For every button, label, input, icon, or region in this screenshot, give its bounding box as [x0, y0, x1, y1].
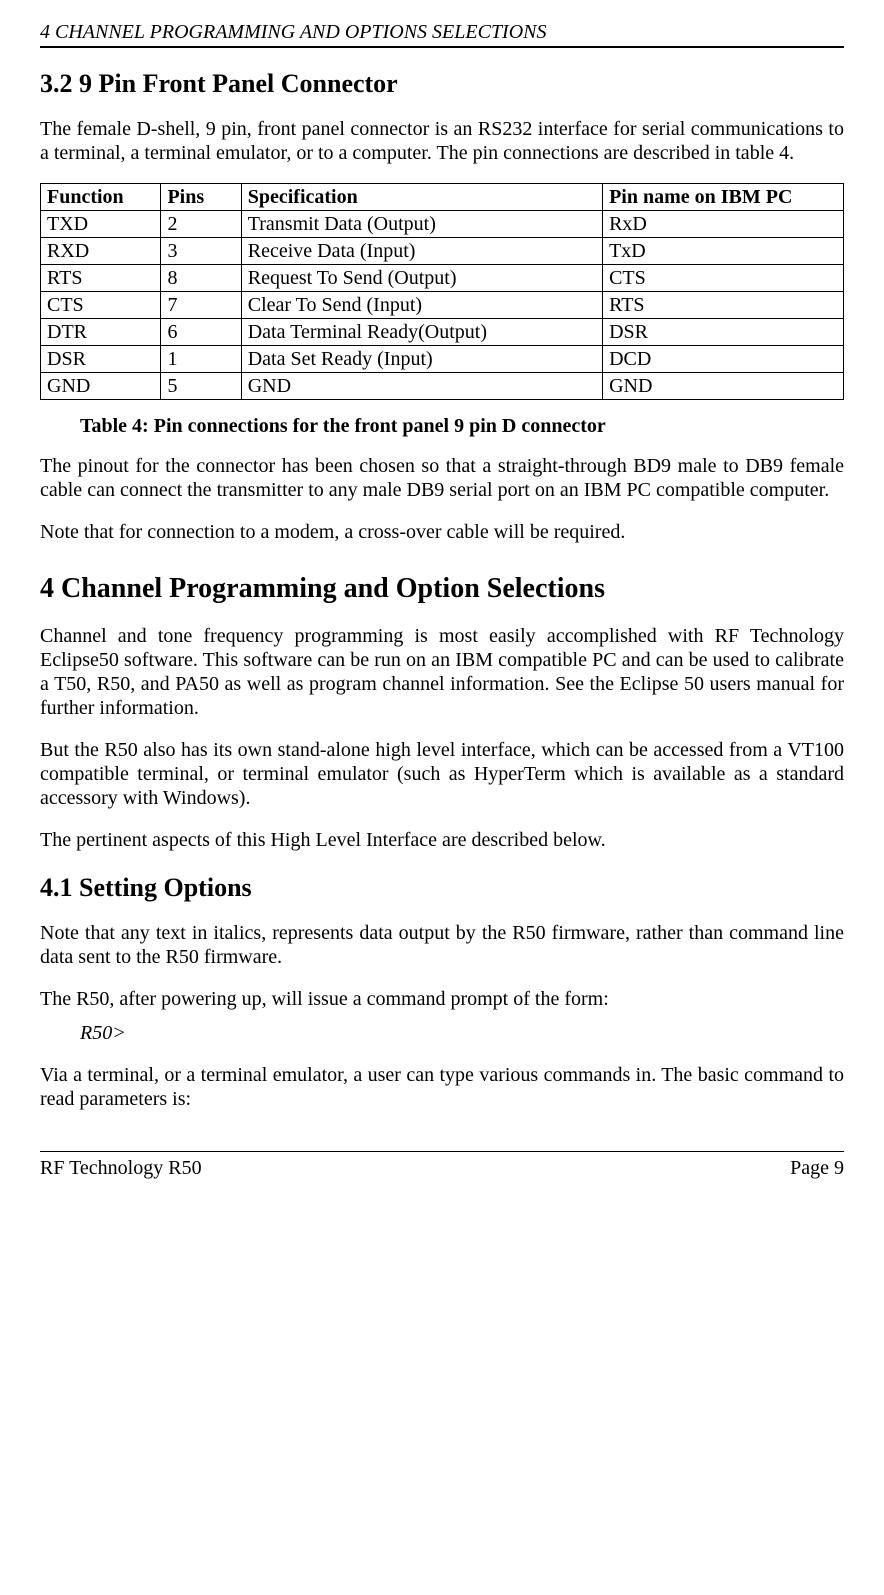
heading-4: 4 Channel Programming and Option Selecti… [40, 572, 844, 606]
cell-pc: RxD [603, 211, 844, 238]
table-row: DSR 1 Data Set Ready (Input) DCD [41, 346, 844, 373]
command-prompt: R50> [80, 1021, 844, 1045]
cell-func: GND [41, 373, 161, 400]
para-3-2-intro: The female D-shell, 9 pin, front panel c… [40, 117, 844, 165]
th-pc: Pin name on IBM PC [603, 184, 844, 211]
cell-func: CTS [41, 292, 161, 319]
para-4-3: The pertinent aspects of this High Level… [40, 828, 844, 852]
footer-left: RF Technology R50 [40, 1156, 202, 1180]
cell-func: RXD [41, 238, 161, 265]
table-4: Function Pins Specification Pin name on … [40, 183, 844, 400]
para-41-1: Note that any text in italics, represent… [40, 921, 844, 969]
table-row: GND 5 GND GND [41, 373, 844, 400]
heading-4-1: 4.1 Setting Options [40, 872, 844, 903]
cell-pc: GND [603, 373, 844, 400]
table-header-row: Function Pins Specification Pin name on … [41, 184, 844, 211]
cell-func: TXD [41, 211, 161, 238]
cell-pins: 6 [161, 319, 241, 346]
para-4-1: Channel and tone frequency programming i… [40, 624, 844, 720]
footer-right: Page 9 [790, 1156, 844, 1180]
page-footer: RF Technology R50 Page 9 [40, 1151, 844, 1180]
cell-func: RTS [41, 265, 161, 292]
para-pinout: The pinout for the connector has been ch… [40, 454, 844, 502]
th-function: Function [41, 184, 161, 211]
cell-pins: 7 [161, 292, 241, 319]
cell-spec: Data Set Ready (Input) [241, 346, 602, 373]
table-row: DTR 6 Data Terminal Ready(Output) DSR [41, 319, 844, 346]
table-row: RXD 3 Receive Data (Input) TxD [41, 238, 844, 265]
cell-spec: GND [241, 373, 602, 400]
cell-spec: Request To Send (Output) [241, 265, 602, 292]
cell-pins: 1 [161, 346, 241, 373]
table-4-caption: Table 4: Pin connections for the front p… [80, 414, 844, 438]
cell-pins: 5 [161, 373, 241, 400]
cell-spec: Receive Data (Input) [241, 238, 602, 265]
cell-pc: TxD [603, 238, 844, 265]
para-4-2: But the R50 also has its own stand-alone… [40, 738, 844, 810]
cell-spec: Clear To Send (Input) [241, 292, 602, 319]
table-row: CTS 7 Clear To Send (Input) RTS [41, 292, 844, 319]
th-pins: Pins [161, 184, 241, 211]
th-spec: Specification [241, 184, 602, 211]
cell-pc: DCD [603, 346, 844, 373]
cell-func: DTR [41, 319, 161, 346]
cell-spec: Data Terminal Ready(Output) [241, 319, 602, 346]
table-row: RTS 8 Request To Send (Output) CTS [41, 265, 844, 292]
para-41-2: The R50, after powering up, will issue a… [40, 987, 844, 1011]
para-modem-note: Note that for connection to a modem, a c… [40, 520, 844, 544]
cell-pc: RTS [603, 292, 844, 319]
cell-pins: 2 [161, 211, 241, 238]
heading-3-2: 3.2 9 Pin Front Panel Connector [40, 68, 844, 99]
para-41-3: Via a terminal, or a terminal emulator, … [40, 1063, 844, 1111]
cell-pins: 8 [161, 265, 241, 292]
cell-pins: 3 [161, 238, 241, 265]
cell-func: DSR [41, 346, 161, 373]
running-header: 4 CHANNEL PROGRAMMING AND OPTIONS SELECT… [40, 20, 844, 48]
cell-pc: CTS [603, 265, 844, 292]
table-row: TXD 2 Transmit Data (Output) RxD [41, 211, 844, 238]
cell-pc: DSR [603, 319, 844, 346]
cell-spec: Transmit Data (Output) [241, 211, 602, 238]
